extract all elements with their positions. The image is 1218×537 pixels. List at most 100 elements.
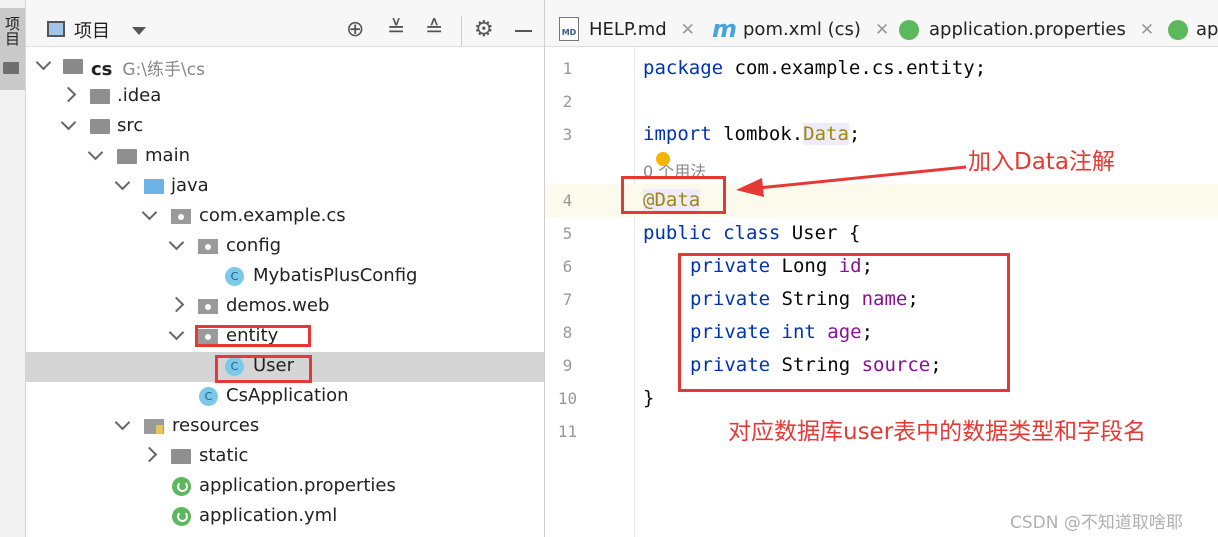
code-line-5[interactable]: public class User { — [643, 222, 860, 244]
spring-icon — [172, 507, 191, 526]
maven-icon: m — [712, 15, 738, 43]
locate-icon[interactable]: ⊕ — [346, 19, 364, 41]
gear-icon[interactable]: ⚙ — [474, 19, 494, 41]
tree-item-java[interactable]: java — [26, 172, 544, 202]
chevron-down-icon[interactable] — [168, 234, 185, 251]
spring-icon — [1168, 20, 1188, 40]
tree-item-label: main — [145, 145, 190, 166]
tree-item-label: .idea — [117, 85, 162, 106]
chevron-down-icon[interactable] — [87, 144, 104, 161]
tree-item-application-properties[interactable]: application.properties — [26, 472, 544, 502]
package-icon — [198, 299, 218, 314]
toolbar-divider — [461, 16, 462, 46]
project-panel-title[interactable]: 项目 — [74, 17, 110, 43]
tree-item-demos-web[interactable]: demos.web — [26, 292, 544, 322]
highlight-box-fields — [678, 253, 1010, 392]
tree-item-label: config — [226, 235, 282, 256]
package-icon — [198, 239, 218, 254]
tree-item-label: src — [117, 115, 144, 136]
chevron-down-icon[interactable] — [114, 414, 131, 431]
resources-folder-icon — [144, 419, 164, 434]
class-icon: C — [225, 267, 244, 286]
code-line-10[interactable]: } — [643, 387, 654, 409]
tree-item-label: resources — [172, 415, 260, 436]
tree-item-label: CsApplication — [226, 385, 349, 406]
tree-item-label: static — [199, 445, 249, 466]
annotation-add-data: 加入Data注解 — [968, 149, 1115, 175]
tree-item-csapplication[interactable]: C CsApplication — [26, 382, 544, 412]
minimize-icon[interactable] — [515, 30, 532, 32]
folder-icon — [90, 119, 110, 134]
tree-item-src[interactable]: src — [26, 112, 544, 142]
tree-item-application-yml[interactable]: application.yml — [26, 502, 544, 532]
tree-item-label: demos.web — [226, 295, 330, 316]
annotation-fields-note: 对应数据库user表中的数据类型和字段名 — [728, 419, 1147, 445]
highlight-box-user — [215, 355, 312, 383]
tab-application-yml[interactable]: ap — [1196, 0, 1218, 46]
tree-item-label: application.yml — [199, 505, 338, 526]
tree-item-idea[interactable]: .idea — [26, 82, 544, 112]
markdown-icon: MD — [559, 17, 579, 41]
code-line-1[interactable]: package com.example.cs.entity; — [643, 57, 986, 79]
chevron-down-icon[interactable] — [114, 174, 131, 191]
close-icon[interactable]: ✕ — [681, 20, 695, 40]
folder-icon — [90, 89, 110, 104]
tab-label: ap — [1196, 19, 1218, 40]
project-path: G:\练手\cs — [122, 60, 205, 80]
spring-icon — [172, 477, 191, 496]
tree-item-main[interactable]: main — [26, 142, 544, 172]
tree-item-label: java — [171, 175, 209, 196]
tree-item-resources[interactable]: resources — [26, 412, 544, 442]
line-number: 10 — [557, 389, 578, 408]
line-number: 2 — [562, 92, 573, 111]
folder-icon — [3, 62, 19, 74]
folder-icon — [117, 149, 137, 164]
chevron-down-icon[interactable] — [132, 27, 146, 35]
spring-icon — [899, 20, 919, 40]
tree-item-config[interactable]: config — [26, 232, 544, 262]
folder-icon — [171, 449, 191, 464]
tab-label: pom.xml (cs) — [743, 19, 861, 40]
source-folder-icon — [144, 179, 164, 194]
collapse-all-icon[interactable]: ≙ — [425, 19, 443, 41]
project-view-icon — [47, 21, 65, 37]
line-number: 9 — [562, 356, 573, 375]
chevron-down-icon[interactable] — [141, 204, 158, 221]
watermark: CSDN @不知道取啥耶 — [1010, 513, 1183, 533]
tab-label: application.properties — [929, 19, 1126, 40]
chevron-down-icon[interactable] — [168, 324, 185, 341]
line-number: 8 — [562, 323, 573, 342]
lightbulb-icon[interactable] — [656, 152, 670, 166]
tree-item-label: com.example.cs — [199, 205, 346, 226]
tab-help-md[interactable]: HELP.md ✕ — [589, 0, 695, 46]
code-line-3[interactable]: import lombok.Data; — [643, 123, 860, 145]
expand-all-icon[interactable]: ≚ — [387, 19, 405, 41]
chevron-down-icon[interactable] — [60, 114, 77, 131]
tab-application-properties[interactable]: application.properties ✕ — [929, 0, 1154, 46]
line-number: 4 — [562, 191, 573, 210]
tab-pom-xml[interactable]: pom.xml (cs) ✕ — [743, 0, 889, 46]
tree-item-label: MybatisPlusConfig — [253, 265, 418, 286]
tree-item-static[interactable]: static — [26, 442, 544, 472]
tree-item-cs[interactable]: cs G:\练手\cs — [26, 52, 544, 82]
line-number: 6 — [562, 257, 573, 276]
chevron-right-icon[interactable] — [168, 296, 185, 313]
line-number: 1 — [562, 59, 573, 78]
project-tool-label: 项目 — [3, 16, 21, 46]
tree-item-com-example-cs[interactable]: com.example.cs — [26, 202, 544, 232]
close-icon[interactable]: ✕ — [875, 20, 889, 40]
chevron-down-icon[interactable] — [35, 54, 52, 71]
line-number: 5 — [562, 224, 573, 243]
tree-item-label: cs — [91, 59, 113, 80]
spring-boot-class-icon: C — [199, 387, 218, 406]
chevron-right-icon[interactable] — [141, 446, 158, 463]
chevron-right-icon[interactable] — [60, 86, 77, 103]
tree-item-label: application.properties — [199, 475, 396, 496]
module-folder-icon — [63, 59, 83, 74]
tree-item-mybatisplusconfig[interactable]: C MybatisPlusConfig — [26, 262, 544, 292]
close-icon[interactable]: ✕ — [1140, 20, 1154, 40]
highlight-box-data-annotation — [621, 176, 726, 214]
annotation-arrow — [736, 165, 967, 197]
line-number: 7 — [562, 290, 573, 309]
package-icon — [171, 209, 191, 224]
